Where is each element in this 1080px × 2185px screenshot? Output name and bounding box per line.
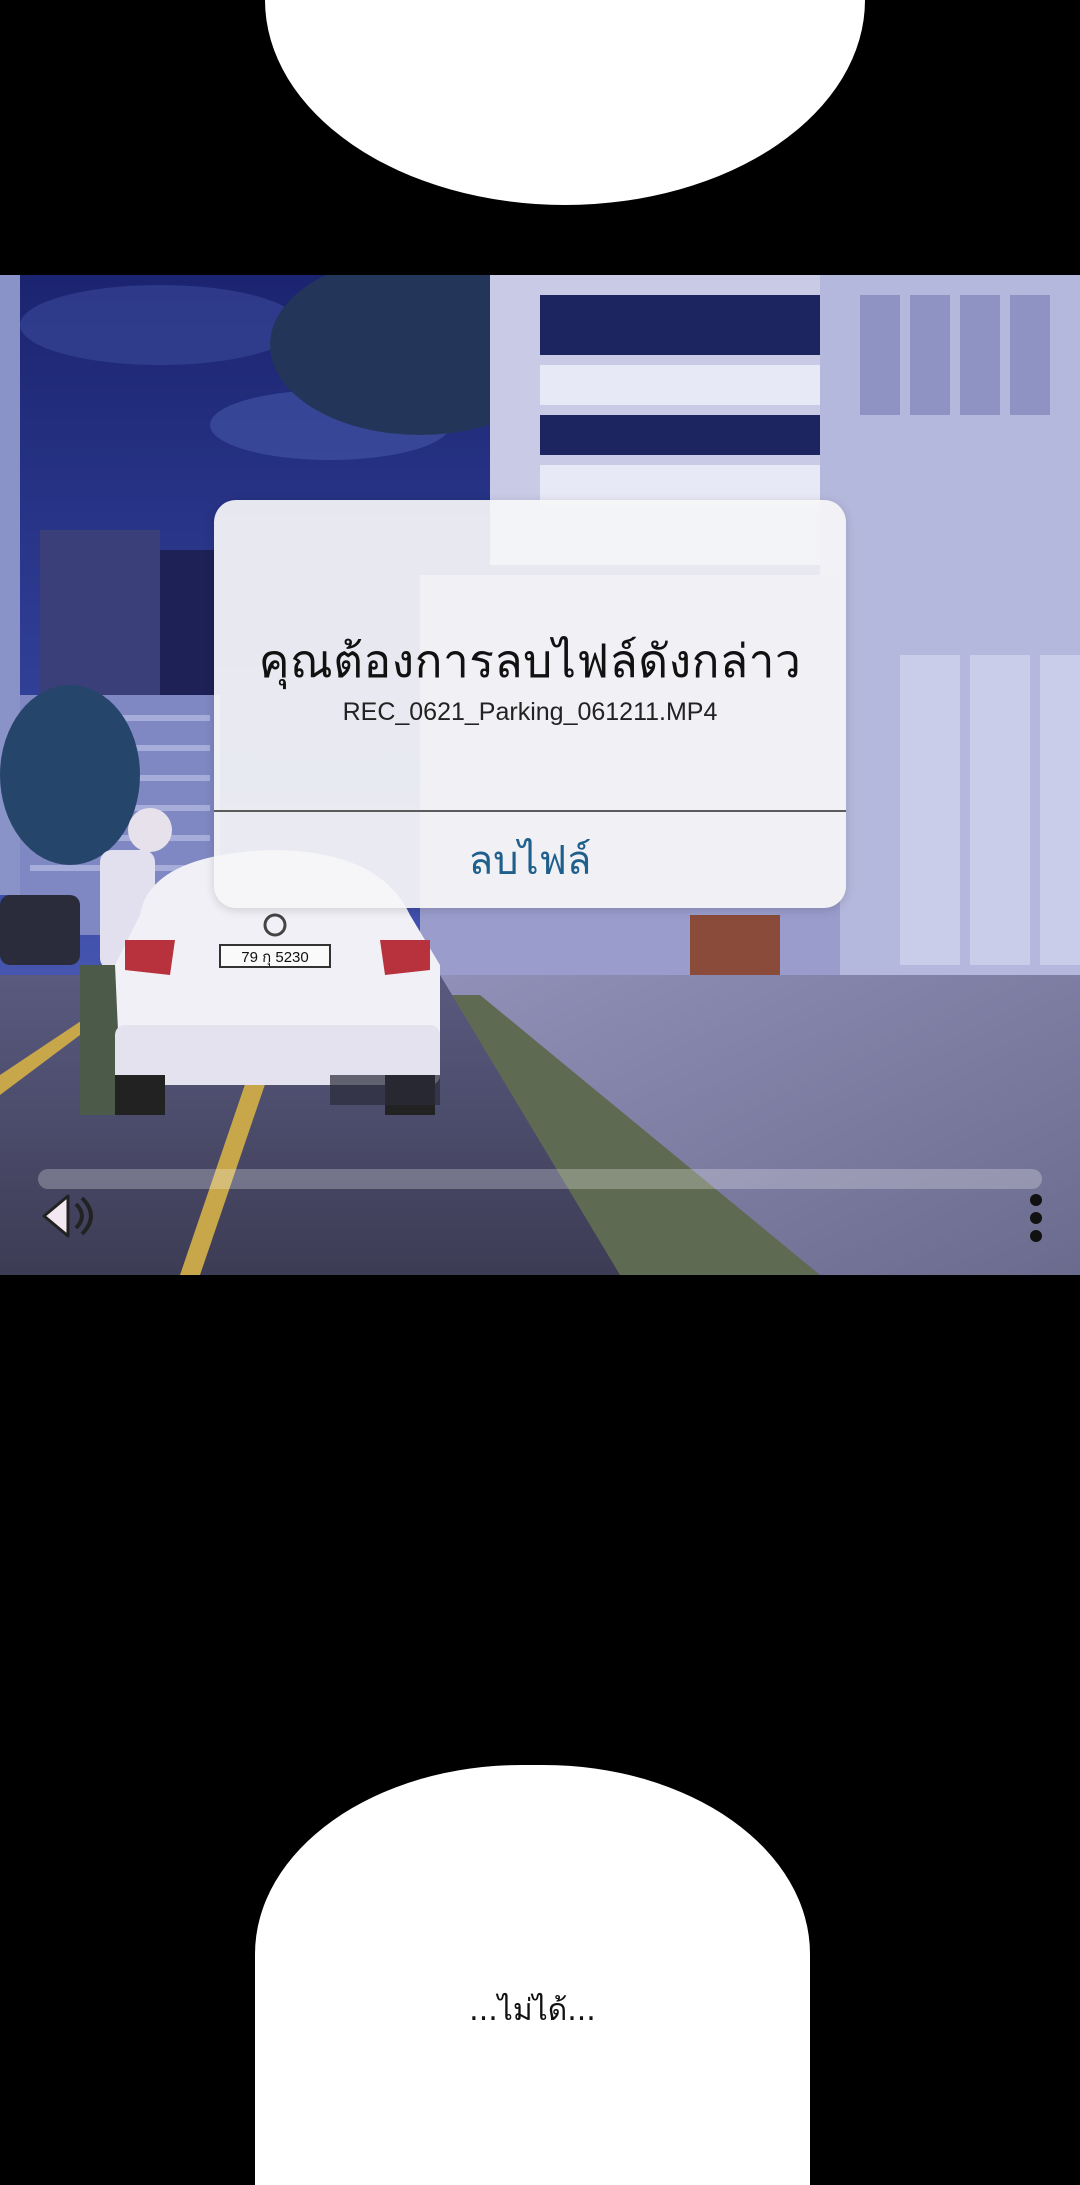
more-options-icon[interactable] bbox=[1022, 1192, 1050, 1244]
speech-bubble-text: ...ไม่ได้... bbox=[469, 1993, 596, 2028]
dialog-filename: REC_0621_Parking_061211.MP4 bbox=[342, 698, 718, 726]
delete-file-button[interactable]: ลบไฟล์ bbox=[214, 812, 846, 908]
license-plate: 79 กุ 5230 bbox=[241, 949, 308, 967]
speech-bubble-top bbox=[265, 0, 865, 205]
delete-confirmation-dialog: คุณต้องการลบไฟล์ดังกล่าว REC_0621_Parkin… bbox=[214, 500, 846, 908]
speech-bubble-bottom: ...ไม่ได้... bbox=[255, 1765, 810, 2185]
volume-icon[interactable] bbox=[40, 1190, 100, 1242]
dialog-title: คุณต้องการลบไฟล์ดังกล่าว bbox=[258, 634, 802, 688]
video-progress-bar[interactable] bbox=[38, 1169, 1042, 1189]
